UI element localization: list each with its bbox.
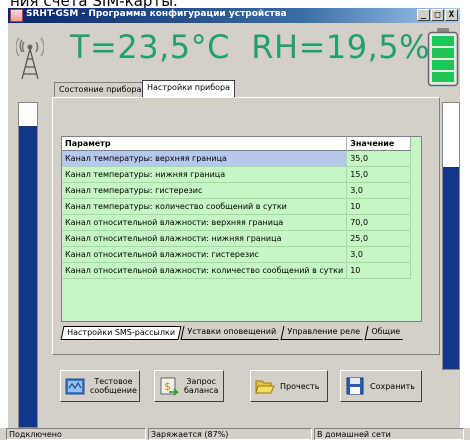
value-cell[interactable]: 3,0 <box>346 246 411 263</box>
status-charging: Заряжается (87%) <box>148 428 312 440</box>
status-bar: Подключено Заряжается (87%) В домашней с… <box>0 428 470 440</box>
parameter-cell[interactable]: Канал относительной влажности: верхняя г… <box>62 214 348 231</box>
minimize-button[interactable]: _ <box>417 9 430 21</box>
settings-subtabs: Настройки SMS-рассылки Уставки оповещени… <box>60 326 405 341</box>
table-row[interactable]: Канал температуры: гистерезис 3,0 <box>62 182 411 199</box>
status-connection: Подключено <box>6 428 146 440</box>
parameter-cell[interactable]: Канал температуры: нижняя граница <box>62 166 348 183</box>
sms-icon <box>65 378 85 395</box>
parameter-cell[interactable]: Канал относительной влажности: количеств… <box>62 262 348 279</box>
save-button[interactable]: Сохранить <box>340 370 422 402</box>
close-button[interactable]: X <box>445 9 458 21</box>
balance-request-label: Запрос баланса <box>184 377 219 395</box>
temperature-value: T=23,5°C <box>70 28 230 66</box>
right-level-fill <box>443 166 459 369</box>
parameter-cell[interactable]: Канал температуры: гистерезис <box>62 182 348 199</box>
value-cell[interactable]: 3,0 <box>346 182 411 199</box>
read-button[interactable]: Прочесть <box>250 370 328 402</box>
table-row[interactable]: Канал относительной влажности: нижняя гр… <box>62 230 411 247</box>
column-header-parameter[interactable]: Параметр <box>62 137 348 151</box>
parameters-table[interactable]: Параметр Значение Канал температуры: вер… <box>61 136 422 322</box>
open-folder-icon <box>255 380 275 394</box>
right-level-indicator <box>442 102 460 370</box>
left-level-fill <box>19 125 37 427</box>
value-cell[interactable]: 25,0 <box>346 230 411 247</box>
tab-alert-setpoints[interactable]: Уставки оповещений <box>180 326 282 340</box>
balance-icon: $ <box>160 377 179 396</box>
tab-general[interactable]: Общие <box>364 326 405 340</box>
parameter-cell[interactable]: Канал относительной влажности: нижняя гр… <box>62 230 348 247</box>
tab-device-status[interactable]: Состояние прибора <box>54 82 147 97</box>
table-row[interactable]: Канал температуры: нижняя граница 15,0 <box>62 166 411 183</box>
antenna-tower-icon <box>16 37 44 80</box>
tab-device-settings[interactable]: Настройки прибора <box>142 80 236 97</box>
humidity-value: RH=19,5% <box>251 28 431 66</box>
table-row[interactable]: Канал температуры: количество сообщений … <box>62 198 411 215</box>
status-network: В домашней сети <box>314 428 464 440</box>
value-cell[interactable]: 15,0 <box>346 166 411 183</box>
tab-sms-settings[interactable]: Настройки SMS-рассылки <box>60 326 182 340</box>
app-icon <box>10 9 23 22</box>
svg-text:$: $ <box>164 380 171 393</box>
value-cell[interactable]: 35,0 <box>346 150 411 167</box>
window-title: SRHT-GSM - Программа конфигурации устрой… <box>26 9 287 19</box>
tab-relay-control[interactable]: Управление реле <box>280 326 366 340</box>
parameter-cell[interactable]: Канал относительной влажности: гистерези… <box>62 246 348 263</box>
window-titlebar[interactable]: SRHT-GSM - Программа конфигурации устрой… <box>8 8 460 23</box>
table-row[interactable]: Канал относительной влажности: количеств… <box>62 262 411 279</box>
table-row[interactable]: Канал температуры: верхняя граница 35,0 <box>62 150 411 167</box>
table-row[interactable]: Канал относительной влажности: гистерези… <box>62 246 411 263</box>
save-label: Сохранить <box>370 381 415 391</box>
battery-full-icon <box>427 28 459 87</box>
test-message-button[interactable]: Тестовое сообщение <box>60 370 140 402</box>
table-row[interactable]: Канал относительной влажности: верхняя г… <box>62 214 411 231</box>
parameter-cell[interactable]: Канал температуры: верхняя граница <box>62 150 348 167</box>
sensor-readout: T=23,5°C RH=19,5% <box>70 28 430 66</box>
balance-request-button[interactable]: $ Запрос баланса <box>154 370 224 402</box>
column-header-value[interactable]: Значение <box>346 137 411 151</box>
left-level-indicator <box>18 102 38 428</box>
value-cell[interactable]: 10 <box>346 262 411 279</box>
value-cell[interactable]: 70,0 <box>346 214 411 231</box>
maximize-button[interactable]: □ <box>431 9 444 21</box>
test-message-label: Тестовое сообщение <box>90 377 137 395</box>
parameter-cell[interactable]: Канал температуры: количество сообщений … <box>62 198 348 215</box>
value-cell[interactable]: 10 <box>346 198 411 215</box>
floppy-disk-icon <box>346 377 364 395</box>
read-label: Прочесть <box>280 381 320 391</box>
